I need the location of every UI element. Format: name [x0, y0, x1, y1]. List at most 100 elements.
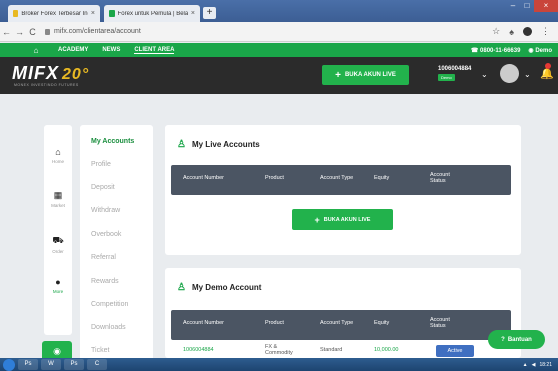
table-row: 1006004884 FX & Commodity Standard 10,00… — [171, 344, 511, 358]
plus-icon: + — [335, 69, 341, 81]
taskbar-app[interactable]: Ps — [18, 359, 38, 370]
browser-tab-1[interactable]: Broker Forex Terbesar Indonesia × — [8, 5, 100, 22]
menu-dots-icon[interactable]: ⋮ — [541, 26, 550, 37]
sidebar-item-more[interactable]: ● More — [44, 277, 72, 294]
chevron-down-icon[interactable]: ⌄ — [524, 70, 531, 79]
live-accounts-table-header: Account Number Product Account Type Equi… — [171, 165, 511, 195]
reload-icon[interactable]: C — [26, 27, 39, 37]
account-number-link[interactable]: 1006004884 — [183, 347, 214, 353]
address-bar: ← → C mifx.com/clientarea/account ☆ ♠ ⋮ — [0, 22, 558, 42]
icon-sidebar: ⌂ Home ▦ Market ⛟ Order ● More — [44, 125, 72, 335]
column-header: Account Type — [320, 175, 354, 181]
buka-akun-live-button[interactable]: + BUKA AKUN LIVE — [292, 209, 393, 230]
column-header: Account Status — [430, 172, 450, 184]
lock-icon — [45, 28, 50, 35]
extension-icon[interactable]: ♠ — [509, 27, 514, 37]
sidebar-item-order[interactable]: ⛟ Order — [44, 235, 72, 254]
panel-title: My Live Accounts — [191, 140, 260, 149]
minimize-icon[interactable]: – — [506, 0, 520, 12]
home-icon[interactable]: ⌂ — [28, 46, 44, 55]
buka-akun-live-button[interactable]: + BUKA AKUN LIVE — [322, 65, 409, 85]
users-icon: ♙ — [177, 282, 186, 293]
logo-20-mark: 20° — [62, 66, 90, 83]
users-icon: ♙ — [177, 139, 186, 150]
account-type-cell: Standard — [320, 347, 343, 353]
menu-deposit[interactable]: Deposit — [91, 184, 115, 191]
demo-link[interactable]: ◉ Demo — [528, 47, 552, 54]
volume-icon[interactable]: ◀ — [532, 362, 536, 368]
bantuan-button[interactable]: ? Bantuan — [488, 330, 545, 349]
windows-taskbar: Ps W Ps C ▲ ◀ 18:21 — [0, 358, 558, 371]
nav-academy[interactable]: ACADEMY — [58, 47, 88, 53]
cart-icon: ⛟ — [52, 235, 64, 245]
menu-competition[interactable]: Competition — [91, 301, 128, 308]
avatar[interactable] — [500, 64, 519, 83]
phone-link[interactable]: ☎ 0800-11-66639 — [471, 47, 521, 54]
browser-tab-bar: Broker Forex Terbesar Indonesia × Forex … — [0, 0, 558, 22]
close-tab-icon[interactable]: × — [191, 10, 195, 17]
status-badge[interactable]: Active — [436, 345, 474, 357]
home-icon: ⌂ — [55, 147, 61, 157]
site-header: MIFX 20° MONEX INVESTINDO FUTURES + BUKA … — [0, 57, 558, 94]
url-input[interactable]: mifx.com/clientarea/account — [45, 25, 485, 39]
logo-subtitle: MONEX INVESTINDO FUTURES — [14, 83, 79, 87]
star-icon[interactable]: ☆ — [492, 26, 500, 37]
column-header: Equity — [374, 320, 390, 326]
nav-news[interactable]: NEWS — [102, 47, 120, 53]
forward-icon[interactable]: → — [13, 27, 26, 37]
profile-icon[interactable] — [523, 27, 532, 36]
sidebar-label: Home — [51, 159, 64, 164]
column-header: Account Status — [430, 317, 450, 329]
button-label: BUKA AKUN LIVE — [344, 72, 396, 78]
account-selector[interactable]: 1006004884 Demo — [438, 66, 471, 81]
column-header: Account Number — [183, 175, 224, 181]
browser-tab-2[interactable]: Forex untuk Pemula | Belajar Tra × — [104, 5, 200, 22]
close-window-icon[interactable]: × — [534, 0, 558, 12]
nav-client-area[interactable]: CLIENT AREA — [134, 47, 175, 54]
taskbar-app[interactable]: W — [41, 359, 61, 370]
network-icon[interactable]: ▲ — [523, 362, 528, 368]
tab-title: Forex untuk Pemula | Belajar Tra — [117, 10, 188, 17]
demo-accounts-panel: ♙ My Demo Account Account Number Product… — [165, 268, 521, 358]
menu-downloads[interactable]: Downloads — [91, 324, 126, 331]
sidebar-item-market[interactable]: ▦ Market — [44, 190, 72, 208]
favicon-icon — [13, 10, 19, 17]
mifx-logo[interactable]: MIFX 20° — [12, 63, 89, 84]
column-header: Account Type — [320, 320, 354, 326]
phone-number: 0800-11-66639 — [480, 47, 521, 54]
close-tab-icon[interactable]: × — [91, 10, 95, 17]
taskbar-app[interactable]: Ps — [64, 359, 84, 370]
chevron-down-icon[interactable]: ⌄ — [481, 70, 488, 79]
new-tab-button[interactable]: + — [203, 7, 216, 19]
live-accounts-panel: ♙ My Live Accounts Account Number Produc… — [165, 125, 521, 255]
menu-ticket[interactable]: Ticket — [91, 347, 109, 354]
logo-text: MIFX — [12, 63, 59, 83]
start-button[interactable] — [3, 358, 15, 371]
tab-title: Broker Forex Terbesar Indonesia — [21, 10, 88, 17]
back-icon[interactable]: ← — [0, 27, 13, 37]
menu-referral[interactable]: Referral — [91, 254, 116, 261]
menu-rewards[interactable]: Rewards — [91, 278, 119, 285]
column-header: Equity — [374, 175, 390, 181]
account-menu: My Accounts Profile Deposit Withdraw Ove… — [80, 125, 153, 361]
building-icon: ▦ — [53, 190, 63, 200]
maximize-icon[interactable]: □ — [520, 0, 534, 12]
equity-cell: 10,000.00 — [374, 347, 399, 353]
help-icon: ? — [501, 336, 505, 343]
column-header: Product — [265, 320, 284, 326]
menu-overbook[interactable]: Overbook — [91, 231, 121, 238]
account-type-badge: Demo — [438, 74, 455, 81]
panel-title: My Demo Account — [191, 283, 262, 292]
clock[interactable]: 18:21 — [539, 362, 552, 368]
sidebar-label: Market — [51, 203, 65, 208]
notification-badge — [545, 63, 551, 69]
menu-profile[interactable]: Profile — [91, 161, 111, 168]
taskbar-app[interactable]: C — [87, 359, 107, 370]
menu-withdraw[interactable]: Withdraw — [91, 207, 120, 214]
url-text: mifx.com/clientarea/account — [54, 28, 141, 35]
sidebar-item-home[interactable]: ⌂ Home — [44, 147, 72, 164]
column-header: Account Number — [183, 320, 224, 326]
column-header: Product — [265, 175, 284, 181]
menu-my-accounts[interactable]: My Accounts — [91, 138, 134, 145]
sidebar-label: Order — [52, 249, 64, 254]
